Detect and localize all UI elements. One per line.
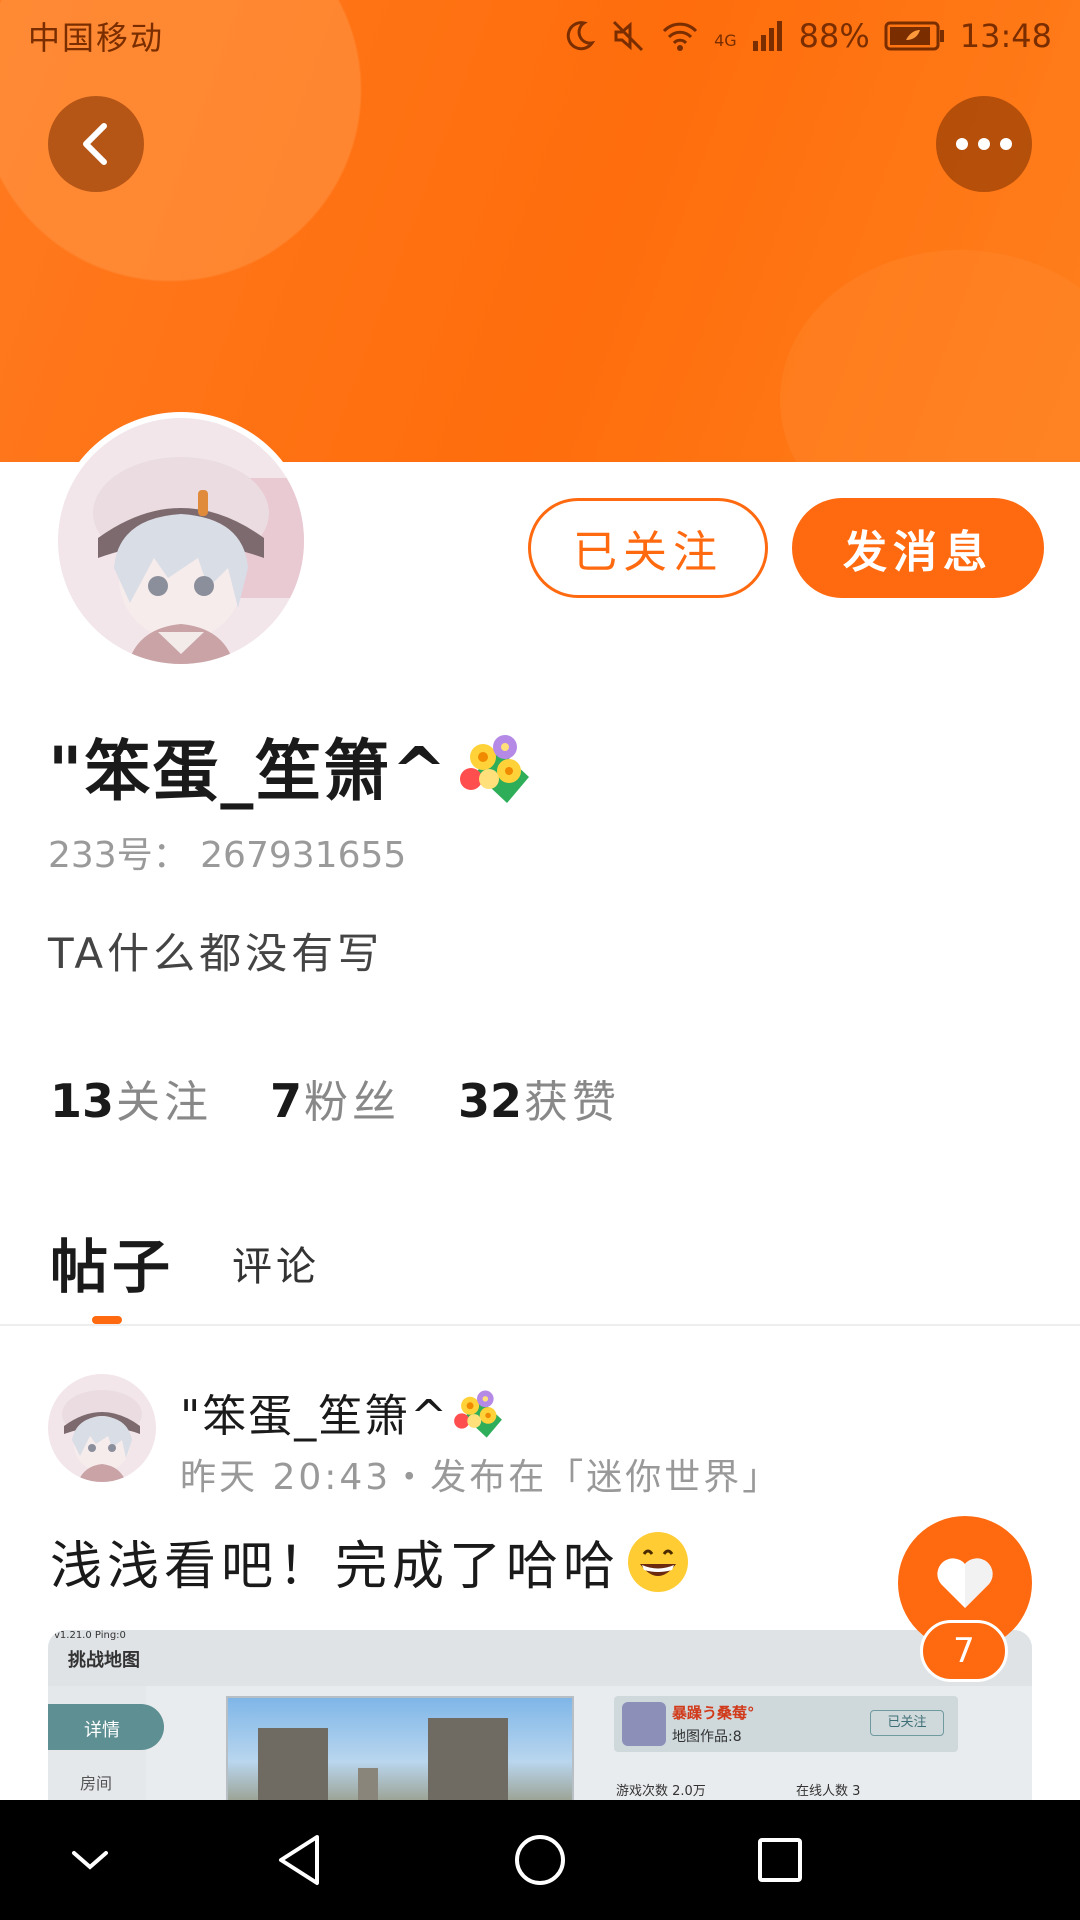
- status-bar: 中国移动 4G 88% 13:48: [0, 0, 1080, 72]
- clock: 13:48: [959, 17, 1052, 55]
- more-button[interactable]: [936, 96, 1032, 192]
- tab-posts[interactable]: 帖子: [50, 1220, 174, 1304]
- screenshot-tab-details: 详情: [48, 1704, 164, 1750]
- screenshot-author-works: 地图作品:8: [672, 1729, 742, 1745]
- screenshot-topbar: v1.21.0 Ping:0 挑战地图: [48, 1630, 1032, 1686]
- user-bio: TA什么都没有写: [48, 929, 384, 978]
- network-type: 4G: [714, 31, 737, 50]
- recents-square-icon: [758, 1838, 802, 1882]
- send-message-button[interactable]: 发消息: [792, 498, 1044, 598]
- stat-number: 7: [270, 1074, 303, 1128]
- profile-avatar[interactable]: [52, 412, 310, 670]
- mute-icon: [613, 20, 644, 52]
- header-decor-blob: [780, 250, 1080, 462]
- system-nav-bar: [0, 1800, 1080, 1920]
- carrier-name: 中国移动: [28, 19, 165, 57]
- avatar-image: [58, 418, 304, 664]
- post-author-avatar[interactable]: [48, 1374, 156, 1482]
- stat-label: 获赞: [524, 1077, 621, 1128]
- username-text: "笨蛋_笙箫^: [48, 733, 449, 810]
- signal-icon: [752, 21, 782, 51]
- post-text-content: 浅浅看吧！完成了哈哈: [50, 1537, 621, 1597]
- stat-likes[interactable]: 32 获赞: [458, 1066, 620, 1130]
- wifi-icon: [662, 22, 698, 51]
- content-tabs: 帖子 评论: [0, 1200, 1080, 1326]
- stat-following[interactable]: 13 关注: [50, 1066, 212, 1130]
- nav-back-button[interactable]: [270, 1830, 330, 1890]
- battery-percent: 88%: [798, 17, 870, 55]
- username: "笨蛋_笙箫^: [48, 718, 533, 814]
- nav-collapse-button[interactable]: [60, 1830, 120, 1890]
- stat-fans[interactable]: 7 粉丝: [270, 1066, 400, 1130]
- screenshot-play-count: 游戏次数 2.0万: [616, 1784, 706, 1799]
- more-dots-icon: [956, 138, 1012, 150]
- home-circle-icon: [515, 1835, 565, 1885]
- chevron-left-icon: [83, 123, 107, 165]
- post-image[interactable]: v1.21.0 Ping:0 挑战地图 详情 房间 暴躁う桑莓° 地图作品:8 …: [48, 1630, 1032, 1800]
- screenshot-online-count: 在线人数 3: [796, 1784, 861, 1799]
- status-icons: 4G 88% 13:48: [562, 17, 1052, 55]
- flower-bouquet-icon: [459, 735, 529, 803]
- back-button[interactable]: [48, 96, 144, 192]
- grinning-emoji-icon: [628, 1531, 689, 1592]
- screenshot-tab-room: 房间: [80, 1774, 113, 1793]
- tab-active-indicator: [92, 1316, 122, 1324]
- post-author-name[interactable]: "笨蛋_笙箫^: [180, 1380, 505, 1444]
- screenshot-author-thumb: [622, 1702, 666, 1746]
- battery-icon: [884, 21, 944, 51]
- screenshot-version: v1.21.0 Ping:0: [54, 1630, 126, 1641]
- collapse-icon: [72, 1851, 108, 1870]
- stat-label: 关注: [116, 1077, 213, 1128]
- stat-number: 32: [458, 1074, 523, 1128]
- screenshot-author-name: 暴躁う桑莓°: [672, 1704, 755, 1722]
- tab-comments[interactable]: 评论: [232, 1234, 320, 1292]
- screenshot-title: 挑战地图: [68, 1650, 140, 1671]
- back-triangle-icon: [279, 1835, 319, 1885]
- user-id: 233号： 267931655: [48, 835, 407, 876]
- followed-button[interactable]: 已关注: [528, 498, 768, 598]
- post-text: 浅浅看吧！完成了哈哈: [50, 1524, 690, 1599]
- stat-number: 13: [50, 1074, 115, 1128]
- nav-home-button[interactable]: [510, 1830, 570, 1890]
- screenshot-author-card: 暴躁う桑莓° 地图作品:8 已关注: [614, 1696, 958, 1752]
- nav-recents-button[interactable]: [750, 1830, 810, 1890]
- post-author-text: "笨蛋_笙箫^: [180, 1391, 450, 1442]
- profile-stats: 13 关注 7 粉丝 32 获赞: [50, 1066, 620, 1130]
- screenshot-scene: [226, 1696, 574, 1800]
- screenshot-follow-label: 已关注: [870, 1710, 944, 1736]
- post-meta: 昨天 20:43・发布在「迷你世界」: [180, 1457, 782, 1498]
- stat-label: 粉丝: [304, 1077, 401, 1128]
- flower-bouquet-icon: [454, 1390, 503, 1438]
- like-count-badge: 7: [920, 1620, 1008, 1682]
- moon-icon: [566, 21, 596, 51]
- heart-icon: [937, 1558, 993, 1608]
